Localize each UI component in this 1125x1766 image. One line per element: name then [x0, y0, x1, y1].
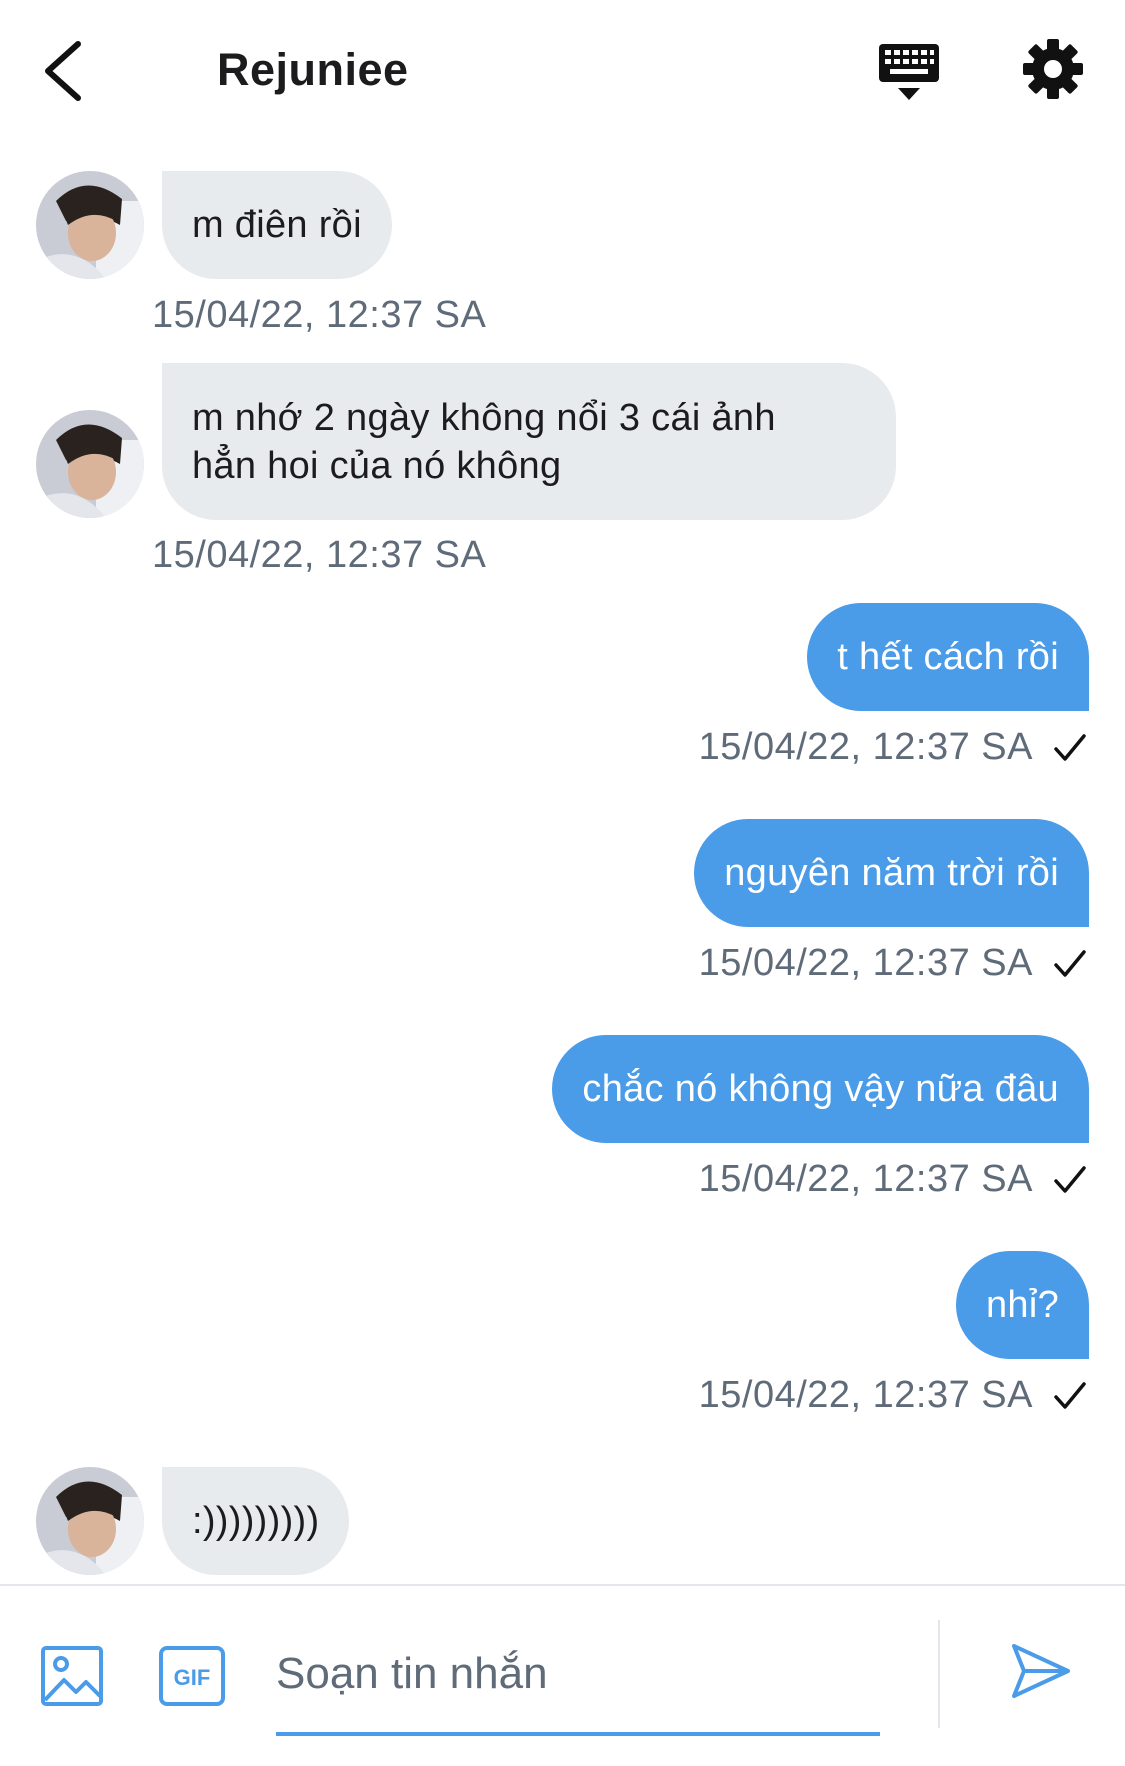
avatar[interactable]	[36, 410, 144, 518]
image-icon	[41, 1646, 103, 1706]
avatar[interactable]	[36, 1467, 144, 1575]
send-button[interactable]	[1010, 1640, 1072, 1702]
contact-avatar-image	[36, 171, 144, 279]
message-text: m điên rồi	[192, 204, 362, 246]
message-text: nguyên năm trời rồi	[724, 852, 1059, 894]
message-input-wrapper	[276, 1616, 880, 1736]
chat-header: Rejuniee	[0, 0, 1125, 140]
message-meta: 15/04/22, 12:37 SA	[699, 1158, 1087, 1201]
message-text: t hết cách rồi	[837, 636, 1059, 678]
message-bubble-outgoing[interactable]: chắc nó không vậy nữa đâu	[552, 1035, 1089, 1143]
message-text: chắc nó không vậy nữa đâu	[582, 1068, 1059, 1110]
message-bubble-incoming[interactable]: :)))))))))	[162, 1467, 350, 1575]
message-bubble-incoming[interactable]: m điên rồi	[162, 171, 392, 279]
message-text-line: hẳn hoi của nó không	[192, 444, 562, 487]
message-text: :)))))))))	[192, 1500, 320, 1542]
checkmark-icon	[1054, 1381, 1086, 1409]
message-bubble-outgoing[interactable]: t hết cách rồi	[807, 603, 1089, 711]
checkmark-icon	[1054, 1165, 1086, 1193]
contact-avatar-image	[36, 1467, 144, 1575]
composer-divider	[938, 1620, 940, 1728]
message-text: nhỉ?	[985, 1284, 1059, 1326]
back-button[interactable]	[36, 38, 92, 104]
message-bubble-incoming[interactable]: m nhớ 2 ngày không nổi 3 cái ảnh hẳn hoi…	[162, 363, 896, 520]
message-timestamp: 15/04/22, 12:37 SA	[698, 726, 1033, 768]
message-text-line: m nhớ 2 ngày không nổi 3 cái ảnh	[192, 396, 776, 439]
message-composer: GIF	[0, 1584, 1125, 1766]
conversation-title: Rejuniee	[217, 44, 409, 95]
gif-button[interactable]: GIF	[158, 1644, 226, 1708]
gif-icon: GIF	[159, 1646, 225, 1706]
send-icon	[1012, 1644, 1070, 1698]
keyboard-toggle-button[interactable]	[876, 40, 942, 106]
message-input[interactable]	[276, 1616, 880, 1736]
avatar[interactable]	[36, 171, 144, 279]
checkmark-icon	[1054, 949, 1086, 977]
chevron-left-icon	[45, 41, 81, 101]
gif-label: GIF	[174, 1665, 211, 1690]
attach-image-button[interactable]	[40, 1644, 104, 1708]
message-timestamp: 15/04/22, 12:37 SA	[698, 1374, 1033, 1416]
contact-avatar-image	[36, 410, 144, 518]
message-timestamp: 15/04/22, 12:37 SA	[152, 294, 487, 336]
message-bubble-outgoing[interactable]: nguyên năm trời rồi	[694, 819, 1089, 927]
gear-icon	[1023, 39, 1083, 99]
settings-button[interactable]	[1022, 38, 1084, 100]
message-timestamp: 15/04/22, 12:37 SA	[698, 1158, 1033, 1200]
message-timestamp: 15/04/22, 12:37 SA	[698, 942, 1033, 984]
message-meta: 15/04/22, 12:37 SA	[699, 942, 1087, 985]
message-meta: 15/04/22, 12:37 SA	[699, 1374, 1087, 1417]
message-timestamp: 15/04/22, 12:37 SA	[152, 534, 487, 576]
message-meta: 15/04/22, 12:37 SA	[699, 726, 1087, 769]
keyboard-icon	[879, 44, 939, 100]
message-bubble-outgoing[interactable]: nhỉ?	[955, 1251, 1089, 1359]
checkmark-icon	[1054, 733, 1086, 761]
